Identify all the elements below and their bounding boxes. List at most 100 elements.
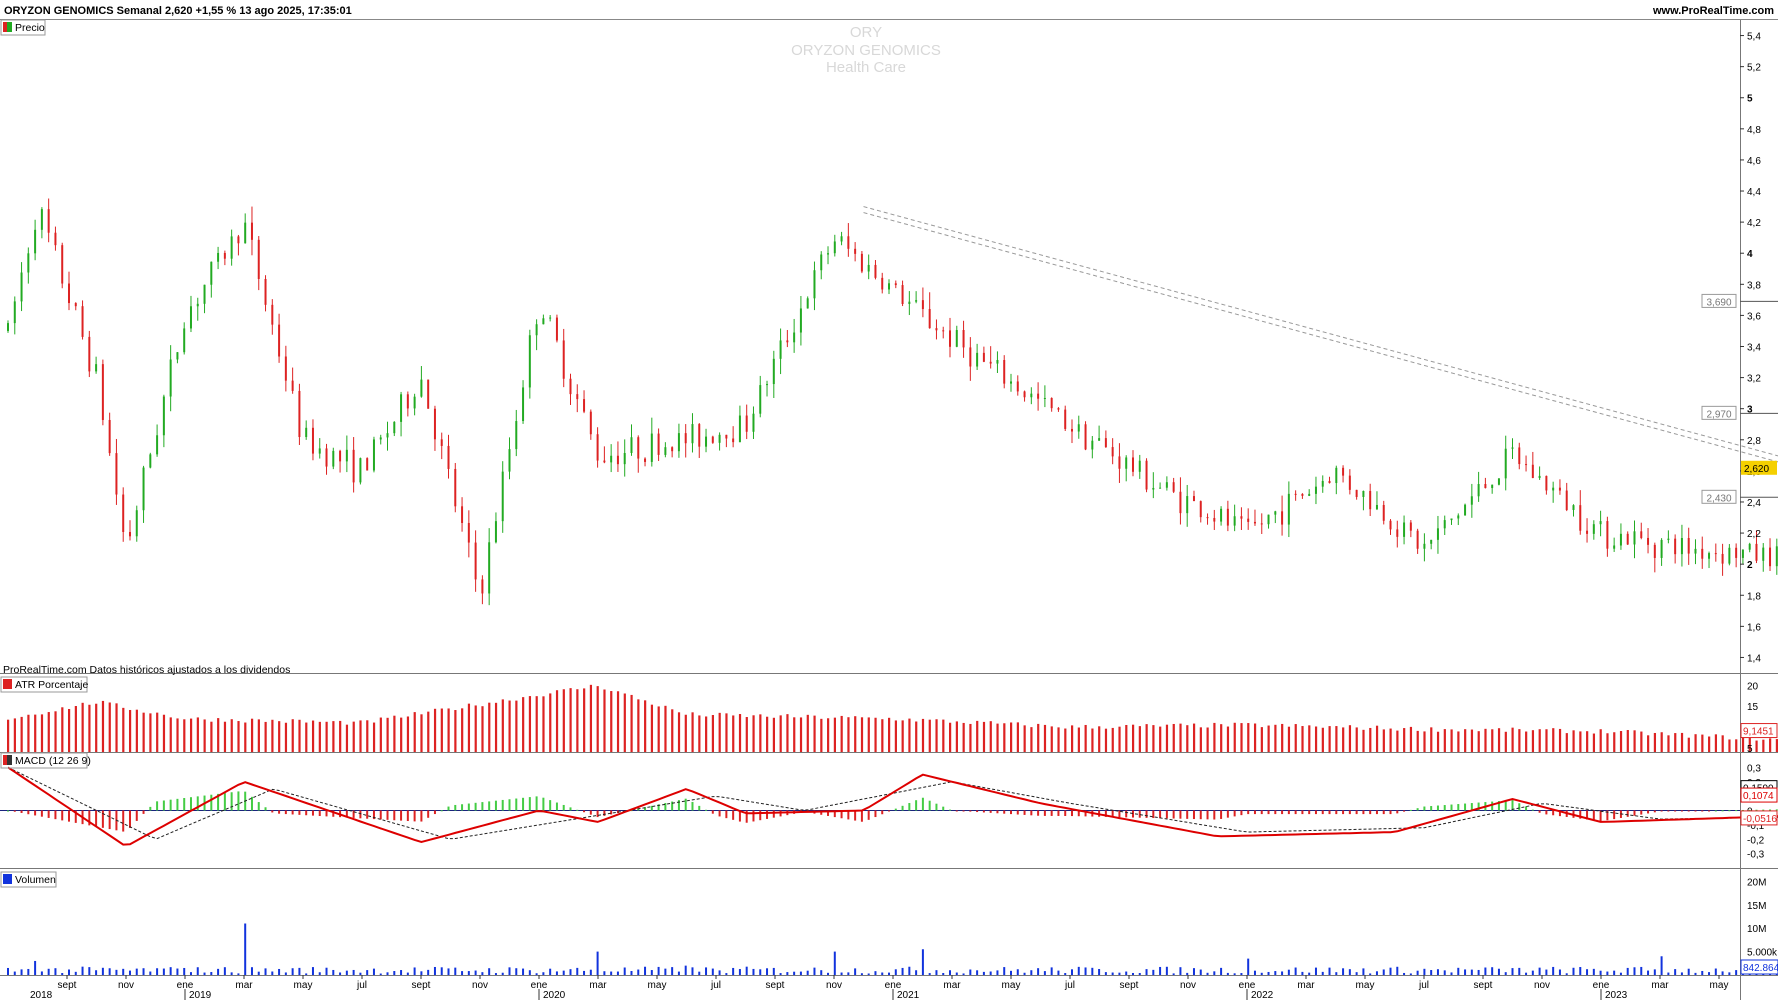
candle-body: [40, 209, 43, 230]
macd-histogram-bar: [122, 810, 125, 832]
x-year-label: 2019: [189, 990, 212, 1000]
volume-bar: [291, 968, 294, 975]
macd-histogram-bar: [1335, 810, 1338, 815]
watermark-name: ORYZON GENOMICS: [791, 42, 941, 59]
volume-bar: [1626, 967, 1629, 975]
atr-bar: [1721, 735, 1724, 752]
volume-bar: [1457, 967, 1460, 975]
volume-bar: [1674, 969, 1677, 975]
macd-histogram-bar: [271, 810, 274, 813]
x-month-label: jul: [710, 980, 721, 991]
candle-body: [1260, 523, 1263, 525]
volume-bar: [833, 951, 836, 975]
volume-bar: [67, 969, 70, 975]
volume-bar: [705, 967, 708, 975]
volume-bar: [230, 972, 233, 975]
volume-bar: [325, 967, 328, 975]
volume-bar: [1545, 969, 1548, 975]
macd-histogram-bar: [325, 810, 328, 817]
macd-histogram-bar: [1328, 810, 1331, 815]
x-month-label: mar: [235, 980, 253, 991]
macd-histogram-bar: [1043, 810, 1046, 816]
macd-histogram-bar: [20, 810, 23, 813]
volume-panel[interactable]: [7, 881, 1778, 975]
macd-histogram-bar: [908, 803, 911, 811]
candle-body: [1098, 438, 1101, 441]
atr-bar: [217, 718, 220, 752]
macd-histogram-bar: [1687, 810, 1690, 812]
volume-bar: [508, 967, 511, 975]
volume-bar: [583, 970, 586, 975]
macd-tick-label: -0,2: [1747, 835, 1765, 846]
candle-body: [1362, 490, 1365, 497]
atr-bar: [210, 721, 213, 752]
candle-body: [1762, 547, 1765, 561]
volume-bar: [1430, 970, 1433, 975]
candle-body: [318, 448, 321, 454]
macd-histogram-bar: [1369, 810, 1372, 815]
candle-body: [657, 433, 660, 455]
macd-histogram-bar: [1626, 810, 1629, 817]
volume-bar: [1694, 972, 1697, 975]
atr-bar: [955, 721, 958, 752]
atr-bar: [108, 702, 111, 752]
x-year-label: 2022: [1251, 990, 1274, 1000]
atr-bar: [1619, 731, 1623, 752]
candle-body: [1037, 393, 1040, 399]
volume-bar: [1518, 967, 1521, 975]
candle-body: [54, 232, 57, 246]
macd-histogram-bar: [691, 801, 694, 811]
macd-histogram-bar: [298, 810, 301, 815]
macd-panel[interactable]: [0, 761, 1778, 846]
candle-body: [244, 222, 247, 244]
volume-bar: [1335, 972, 1338, 975]
atr-bar: [128, 709, 132, 752]
site-link[interactable]: www.ProRealTime.com: [1652, 5, 1774, 17]
macd-histogram-bar: [237, 791, 240, 811]
atr-bar: [1253, 723, 1257, 752]
volume-bar: [1016, 969, 1019, 975]
volume-bar: [128, 970, 131, 975]
candle-body: [1633, 531, 1636, 545]
macd-histogram-bar: [291, 810, 294, 815]
atr-bar: [1226, 726, 1230, 752]
volume-bar: [1477, 969, 1480, 975]
price-tick-label: 4,6: [1747, 156, 1761, 167]
candle-body: [616, 455, 619, 465]
macd-histogram-bar: [142, 810, 145, 814]
atr-bar: [860, 717, 864, 752]
macd-histogram-bar: [711, 810, 714, 814]
candle-body: [759, 385, 762, 414]
atr-bar: [379, 717, 382, 752]
macd-value-label: 0,1074: [1743, 791, 1774, 802]
candle-body: [1436, 528, 1439, 540]
macd-histogram-bar: [732, 810, 735, 820]
macd-histogram-bar: [1118, 810, 1121, 818]
macd-histogram-bar: [1050, 810, 1053, 816]
macd-histogram-bar: [278, 810, 281, 814]
macd-histogram-bar: [969, 810, 972, 812]
volume-bar: [772, 967, 775, 975]
atr-bar: [650, 704, 654, 752]
candle-body: [1741, 549, 1744, 558]
macd-histogram-bar: [1423, 806, 1426, 811]
atr-bar: [1436, 731, 1440, 752]
volume-bar: [603, 971, 606, 975]
volume-bar: [1206, 972, 1209, 975]
candle-body: [88, 336, 91, 372]
macd-histogram-bar: [1436, 805, 1439, 811]
macd-histogram-bar: [1287, 810, 1290, 815]
price-panel[interactable]: 3,690 2,970 2,430: [7, 198, 1778, 679]
price-tick-label: 5,4: [1747, 32, 1761, 43]
atr-panel[interactable]: [7, 684, 1778, 752]
candle-body: [1586, 530, 1589, 534]
volume-bar: [379, 973, 382, 975]
volume-bar: [271, 971, 274, 975]
candle-body: [515, 421, 518, 450]
candle-body: [217, 252, 220, 262]
volume-bar: [1355, 972, 1358, 975]
volume-bar: [420, 971, 423, 975]
candle-body: [440, 439, 443, 446]
candle-body: [1755, 543, 1758, 561]
candle-body: [528, 335, 531, 388]
